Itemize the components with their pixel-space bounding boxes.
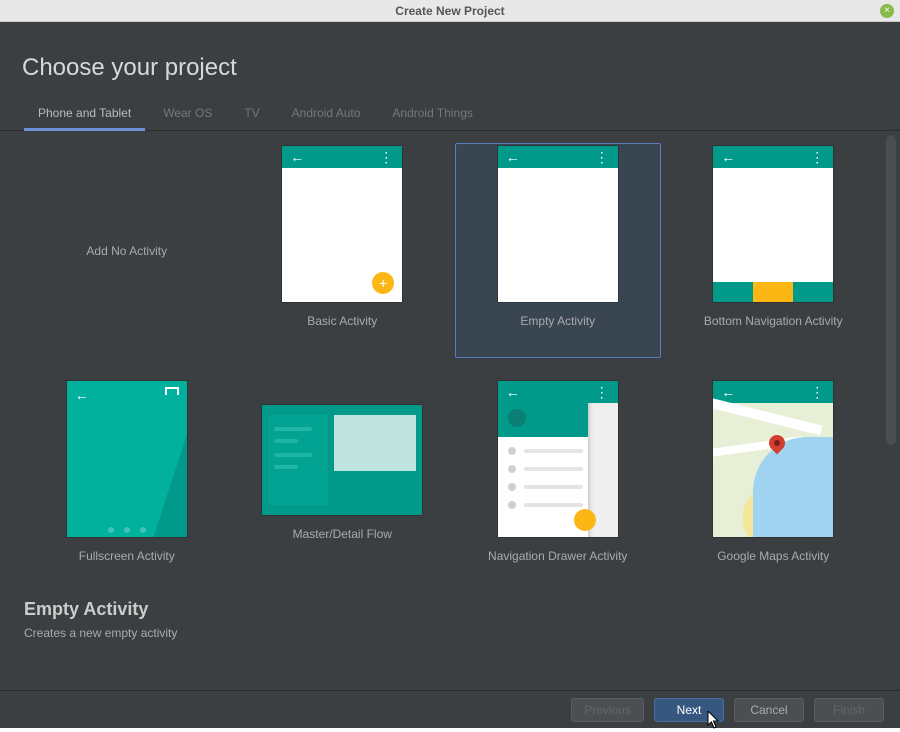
template-label: Add No Activity (86, 244, 167, 258)
template-thumbnail: ← (67, 381, 187, 537)
template-google-maps-activity[interactable]: ←⋮ Google Maps Activity (671, 378, 877, 577)
fab-icon (574, 509, 596, 531)
back-arrow-icon: ← (290, 150, 304, 164)
template-bottom-navigation-activity[interactable]: ←⋮ Bottom Navigation Activity (671, 143, 877, 358)
template-thumbnail (262, 405, 422, 515)
back-arrow-icon: ← (506, 150, 520, 164)
template-master-detail-flow[interactable]: Master/Detail Flow (240, 378, 446, 577)
overflow-icon: ⋮ (379, 150, 394, 164)
template-label: Empty Activity (520, 314, 595, 328)
back-arrow-icon: ← (721, 150, 735, 164)
cancel-button[interactable]: Cancel (734, 698, 804, 722)
template-thumbnail: ← ⋮ + (282, 146, 402, 302)
overflow-icon: ⋮ (810, 150, 825, 164)
overflow-icon: ⋮ (595, 385, 610, 399)
template-gallery: Add No Activity ←⋮ + Basic Activity ←⋮ E… (20, 139, 880, 581)
template-add-no-activity[interactable]: Add No Activity (24, 143, 230, 353)
template-label: Master/Detail Flow (293, 527, 392, 541)
template-label: Fullscreen Activity (79, 549, 175, 563)
map-pin-icon (769, 435, 785, 451)
template-thumbnail: ←⋮ (713, 381, 833, 537)
back-arrow-icon: ← (721, 385, 735, 399)
category-tabs: Phone and Tablet Wear OS TV Android Auto… (0, 100, 900, 131)
template-label: Navigation Drawer Activity (488, 549, 627, 563)
tab-phone-tablet[interactable]: Phone and Tablet (36, 100, 133, 130)
back-arrow-icon: ← (75, 387, 89, 403)
tab-wear-os[interactable]: Wear OS (161, 100, 214, 130)
template-label: Basic Activity (307, 314, 377, 328)
template-empty-activity[interactable]: ←⋮ Empty Activity (455, 143, 661, 358)
template-thumbnail: ←⋮ (498, 381, 618, 537)
window-titlebar: Create New Project × (0, 0, 900, 22)
overflow-icon: ⋮ (810, 385, 825, 399)
tab-android-auto[interactable]: Android Auto (290, 100, 363, 130)
template-label: Google Maps Activity (717, 549, 829, 563)
overflow-icon: ⋮ (595, 150, 610, 164)
selection-description: Empty Activity Creates a new empty activ… (0, 581, 900, 646)
next-button[interactable]: Next (654, 698, 724, 722)
fab-plus-icon: + (372, 272, 394, 294)
template-fullscreen-activity[interactable]: ← Fullscreen Activity (24, 378, 230, 577)
selection-name: Empty Activity (24, 599, 876, 620)
tab-tv[interactable]: TV (242, 100, 261, 130)
previous-button[interactable]: Previous (571, 698, 644, 722)
expand-icon (165, 387, 179, 401)
template-thumbnail: ←⋮ (713, 146, 833, 302)
dialog-footer: Previous Next Cancel Finish (0, 690, 900, 728)
bottom-nav-bar-icon (713, 282, 833, 302)
cursor-icon (707, 711, 721, 732)
gallery-scrollbar[interactable] (886, 135, 896, 445)
page-title: Choose your project (0, 22, 900, 100)
back-arrow-icon: ← (506, 385, 520, 399)
dialog-body: Choose your project Phone and Tablet Wea… (0, 22, 900, 728)
selection-text: Creates a new empty activity (24, 626, 876, 640)
template-thumbnail: ←⋮ (498, 146, 618, 302)
avatar-icon (508, 409, 526, 427)
finish-button[interactable]: Finish (814, 698, 884, 722)
template-basic-activity[interactable]: ← ⋮ + Basic Activity (240, 143, 446, 358)
template-label: Bottom Navigation Activity (704, 314, 843, 328)
close-icon[interactable]: × (880, 4, 894, 18)
tab-android-things[interactable]: Android Things (390, 100, 475, 130)
template-navigation-drawer-activity[interactable]: ←⋮ Navigation Drawer Activity (455, 378, 661, 577)
window-title: Create New Project (395, 4, 504, 18)
